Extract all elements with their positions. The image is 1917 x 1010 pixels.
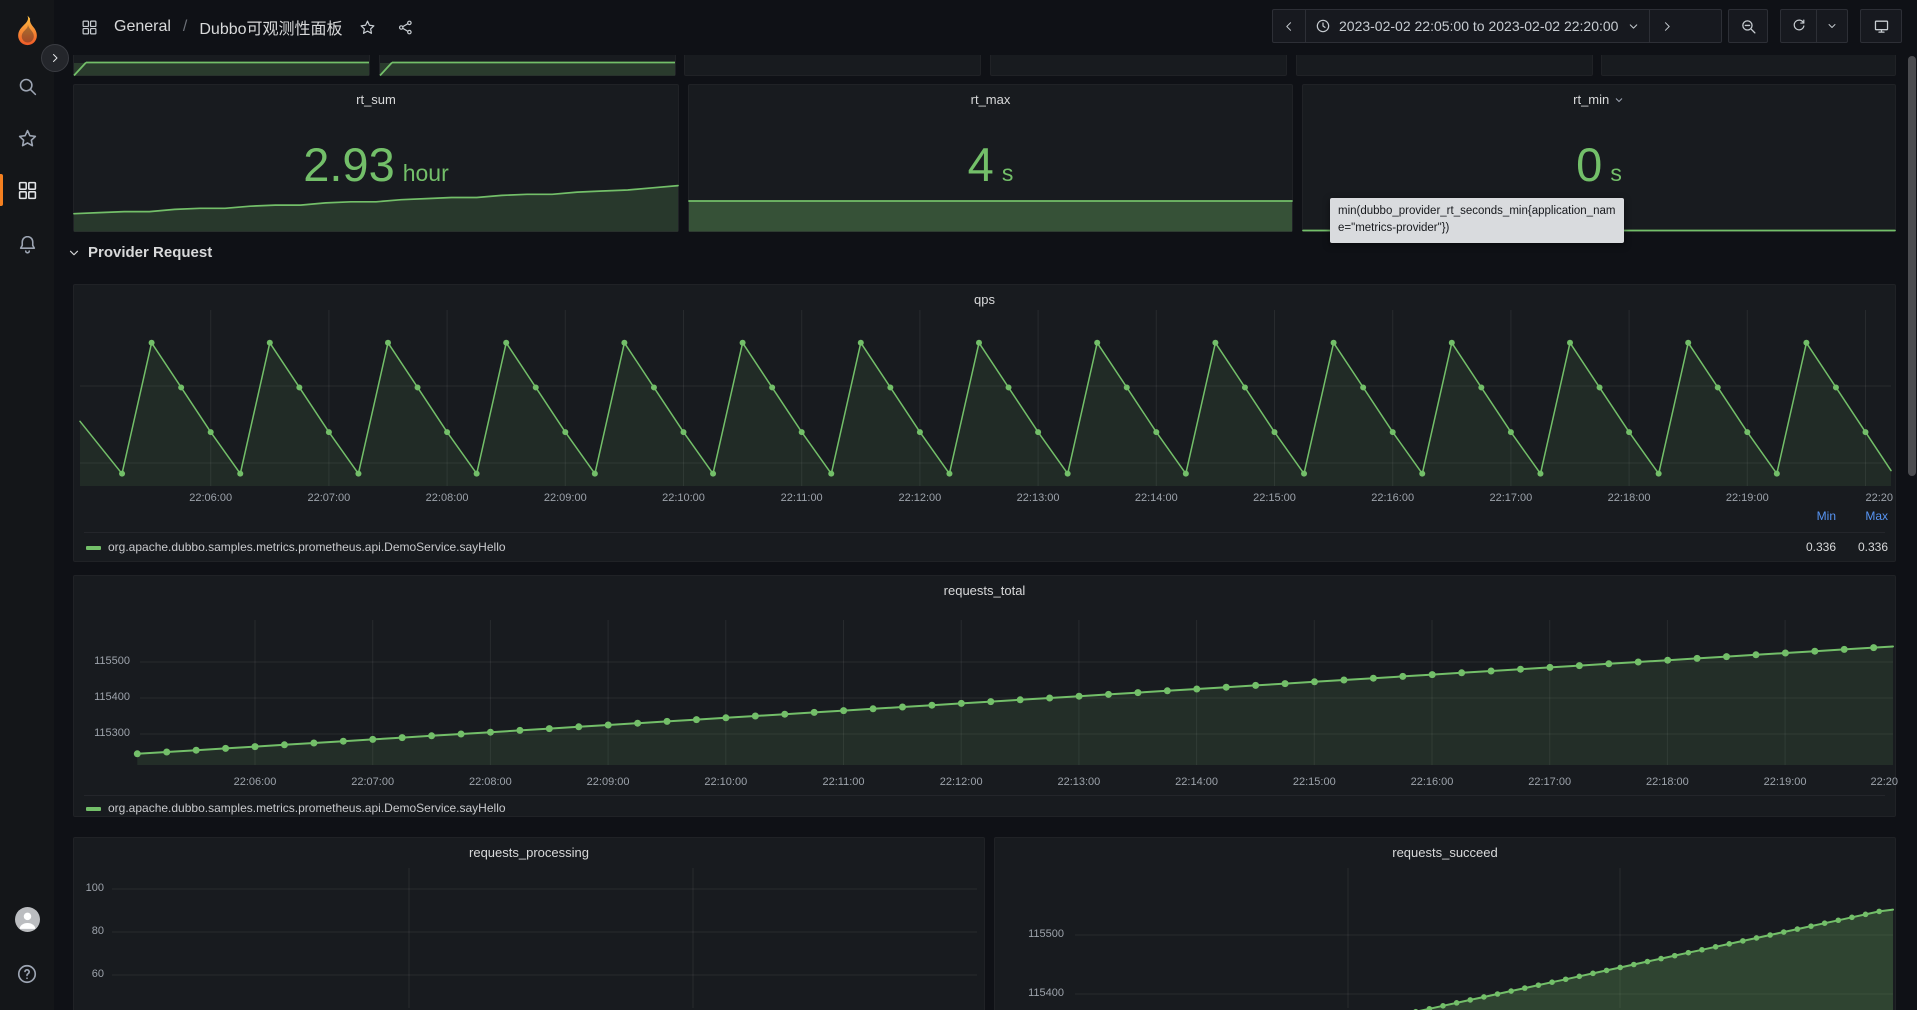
breadcrumb-separator: / (183, 18, 187, 36)
breadcrumb-dashboard-title[interactable]: Dubbo可观测性面板 (199, 15, 342, 39)
chevron-down-icon (1613, 94, 1625, 106)
time-shift-back-button[interactable] (1273, 10, 1305, 42)
refresh-interval-dropdown[interactable] (1816, 10, 1847, 42)
stat-value: 2.93 hour (74, 141, 678, 188)
legend-min-header[interactable]: Min (1786, 509, 1836, 523)
legend-divider (84, 532, 1885, 533)
refresh-icon (1791, 18, 1807, 34)
cutoff-panel[interactable] (990, 55, 1287, 76)
stat-unit: s (1610, 160, 1622, 187)
monitor-icon (1873, 18, 1890, 35)
refresh-group (1780, 9, 1848, 43)
clock-icon (1315, 18, 1331, 34)
panel-title[interactable]: requests_succeed (995, 845, 1895, 860)
stat-unit: hour (403, 160, 449, 187)
grafana-logo[interactable] (0, 8, 54, 52)
series-color-swatch (86, 546, 101, 550)
stat-number: 0 (1576, 141, 1602, 188)
legend-min-value: 0.336 (1786, 540, 1836, 554)
chevron-right-icon (49, 52, 61, 64)
legend-max-value: 0.336 (1838, 540, 1888, 554)
zoom-out-button[interactable] (1729, 10, 1767, 42)
stat-value: 0 s (1303, 141, 1895, 188)
stat-panel-rt-max: rt_max 4 s (688, 84, 1293, 232)
dashboards-icon[interactable] (0, 168, 54, 212)
star-dashboard-icon[interactable] (355, 14, 381, 40)
grafana-flame-icon (11, 14, 44, 47)
time-range-text: 2023-02-02 22:05:00 to 2023-02-02 22:20:… (1339, 18, 1618, 34)
stat-number: 4 (968, 141, 994, 188)
cutoff-panel[interactable] (1601, 55, 1896, 76)
stat-unit: s (1002, 160, 1014, 187)
panel-title[interactable]: rt_max (689, 92, 1292, 107)
series-color-swatch (86, 807, 101, 811)
chevron-down-icon (67, 246, 81, 260)
zoom-out-icon (1740, 18, 1757, 35)
section-header-provider-request[interactable]: Provider Request (67, 244, 212, 261)
panel-title[interactable]: rt_sum (74, 92, 678, 107)
stat-value: 4 s (689, 141, 1292, 188)
open-menu-button[interactable] (41, 44, 69, 72)
cutoff-panel[interactable] (73, 55, 370, 76)
panel-title[interactable]: rt_min (1303, 92, 1895, 107)
cycle-view-group (1860, 9, 1902, 43)
starred-dashboards-icon[interactable] (0, 116, 54, 160)
cutoff-panel[interactable] (379, 55, 676, 76)
chart-panel-requests-total: requests_total org.apache.dubbo.samples.… (73, 575, 1896, 817)
panel-title[interactable]: requests_processing (74, 845, 984, 860)
grafana-dashboard: rt_sum 2.93 hour rt_max 4 s rt_min 0 s P… (0, 0, 1917, 1010)
apps-grid-icon (76, 14, 102, 40)
chart-panel-requests-processing: requests_processing (73, 837, 985, 1010)
legend-divider (84, 795, 1885, 796)
person-icon (15, 907, 40, 932)
panel-title-text: rt_min (1573, 92, 1609, 107)
chevron-left-icon (1283, 20, 1296, 33)
stat-number: 2.93 (303, 141, 394, 188)
sidebar (0, 0, 54, 1010)
breadcrumb-section[interactable]: General (114, 18, 171, 36)
chart-panel-qps: qps Min Max org.apache.dubbo.samples.met… (73, 284, 1896, 562)
section-label: Provider Request (88, 244, 212, 261)
search-icon[interactable] (0, 64, 54, 108)
cutoff-panel[interactable] (684, 55, 981, 76)
help-icon[interactable] (0, 952, 54, 996)
refresh-button[interactable] (1781, 10, 1816, 42)
legend-max-header[interactable]: Max (1838, 509, 1888, 523)
breadcrumb: General / Dubbo可观测性面板 (76, 14, 419, 40)
chevron-down-icon (1826, 20, 1838, 32)
active-nav-indicator (0, 174, 3, 206)
stat-panel-rt-sum: rt_sum 2.93 hour (73, 84, 679, 232)
query-tooltip: min(dubbo_provider_rt_seconds_min{applic… (1330, 198, 1624, 243)
share-icon[interactable] (393, 14, 419, 40)
time-picker-group: 2023-02-02 22:05:00 to 2023-02-02 22:20:… (1272, 9, 1722, 43)
user-avatar[interactable] (15, 907, 40, 932)
scrollbar-thumb[interactable] (1908, 56, 1916, 476)
panel-title[interactable]: qps (74, 292, 1895, 307)
nav-bar: General / Dubbo可观测性面板 2023-02-02 22:05:0… (54, 0, 1917, 54)
time-shift-forward-button[interactable] (1649, 10, 1682, 42)
chevron-right-icon (1660, 20, 1673, 33)
chart-panel-requests-succeed: requests_succeed (994, 837, 1896, 1010)
chevron-down-icon (1627, 20, 1640, 33)
zoom-out-group (1728, 9, 1768, 43)
legend-series-label[interactable]: org.apache.dubbo.samples.metrics.prometh… (108, 801, 506, 815)
alerting-bell-icon[interactable] (0, 222, 54, 266)
time-range-picker[interactable]: 2023-02-02 22:05:00 to 2023-02-02 22:20:… (1305, 10, 1649, 42)
cycle-view-button[interactable] (1861, 10, 1901, 42)
cutoff-panel[interactable] (1296, 55, 1593, 76)
legend-series-label[interactable]: org.apache.dubbo.samples.metrics.prometh… (108, 540, 506, 554)
panel-title[interactable]: requests_total (74, 583, 1895, 598)
